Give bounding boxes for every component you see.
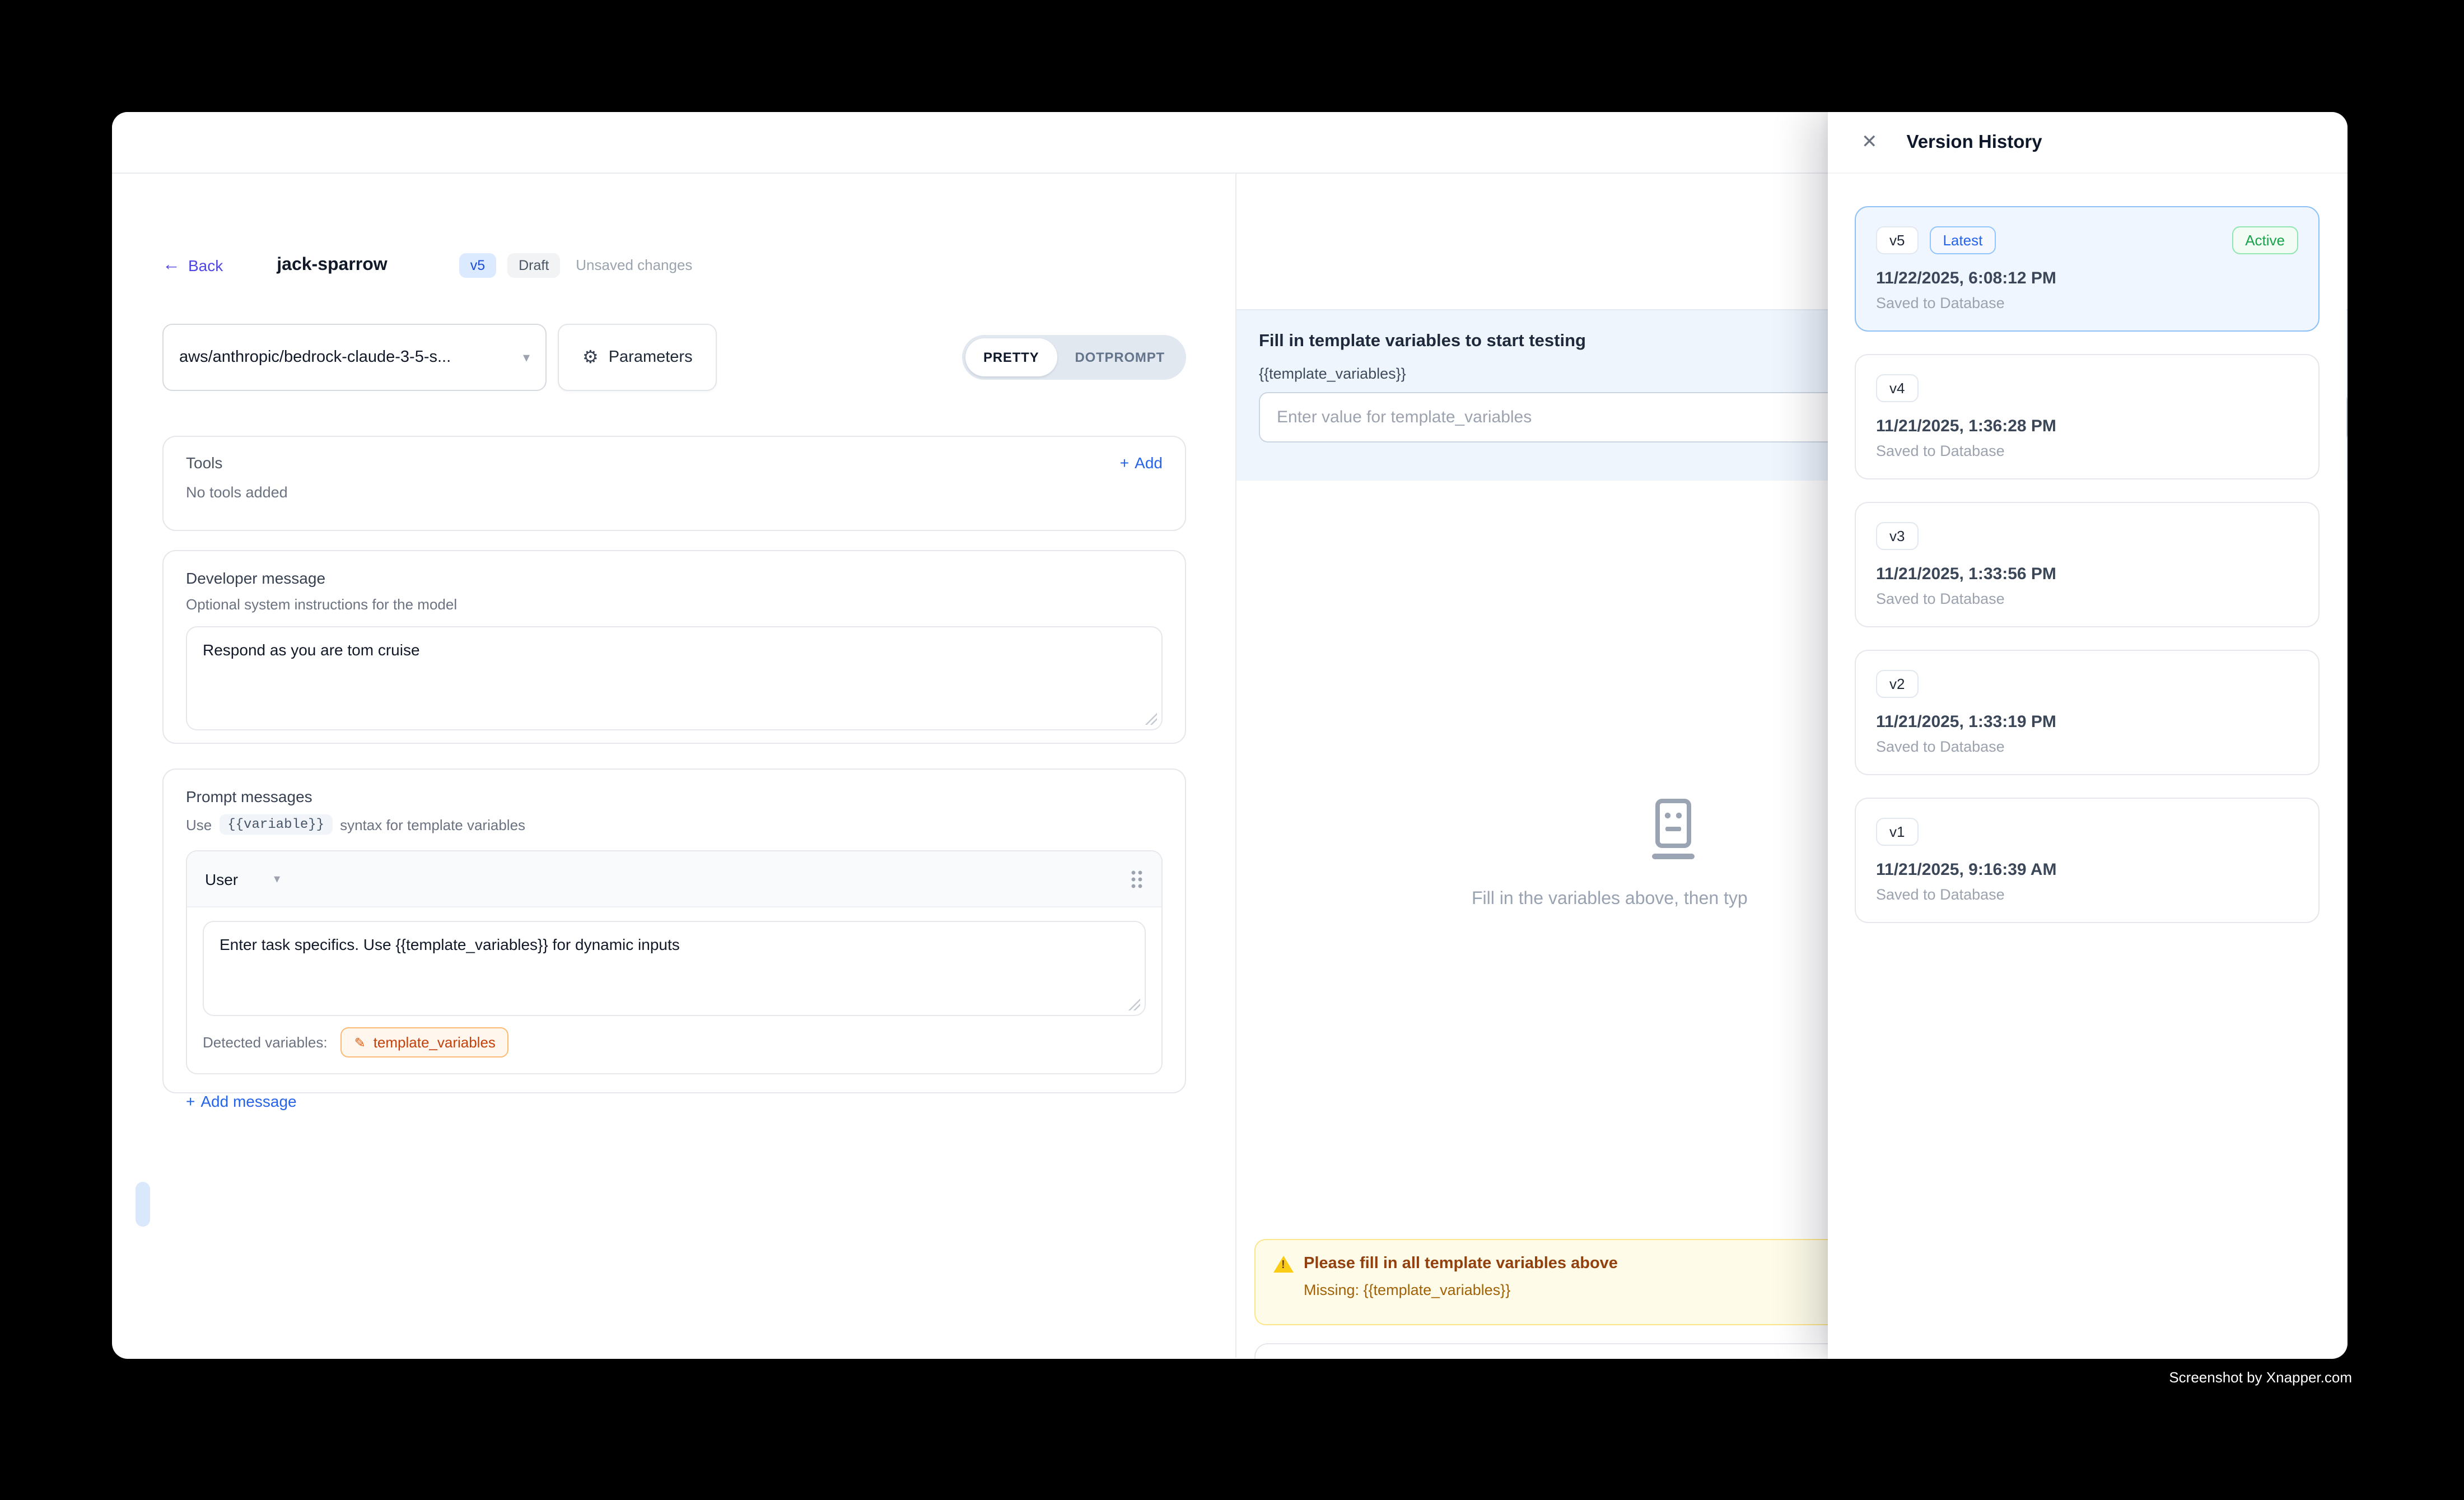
breadcrumb-row: ← Back jack-sparrow v5 Draft Unsaved cha… xyxy=(162,240,1186,290)
version-card-badges: v5 Latest Active xyxy=(1876,226,2298,254)
prompt-messages-section: Prompt messages Use {{variable}} syntax … xyxy=(162,768,1186,1093)
version-timestamp: 11/21/2025, 9:16:39 AM xyxy=(1876,860,2298,879)
prompt-editor-column: ← Back jack-sparrow v5 Draft Unsaved cha… xyxy=(112,174,1236,1358)
back-label: Back xyxy=(188,256,223,274)
back-button[interactable]: ← Back xyxy=(162,256,223,274)
toggle-pretty[interactable]: PRETTY xyxy=(965,338,1057,376)
version-saved-label: Saved to Database xyxy=(1876,590,2298,607)
version-card[interactable]: v1 11/21/2025, 9:16:39 AM Saved to Datab… xyxy=(1855,798,2320,923)
version-badge: v1 xyxy=(1876,818,1918,846)
drag-handle-icon[interactable] xyxy=(1130,869,1144,888)
version-list: v5 Latest Active 11/22/2025, 6:08:12 PM … xyxy=(1828,174,2346,923)
version-card[interactable]: v3 11/21/2025, 1:33:56 PM Saved to Datab… xyxy=(1855,502,2320,627)
latest-badge: Latest xyxy=(1929,226,1996,254)
template-variable-chip[interactable]: ✎ template_variables xyxy=(341,1027,509,1058)
detected-variables-row: Detected variables: ✎ template_variables xyxy=(203,1027,1146,1062)
chevron-down-icon: ▾ xyxy=(523,350,530,365)
add-message-button[interactable]: + Add message xyxy=(186,1092,1163,1110)
subtitle-prefix: Use xyxy=(186,816,212,833)
unsaved-changes-label: Unsaved changes xyxy=(576,257,692,273)
robot-face-icon xyxy=(1648,799,1699,861)
version-badge: v3 xyxy=(1876,522,1918,550)
version-history-header: ✕ Version History xyxy=(1828,112,2346,174)
developer-message-section: Developer message Optional system instru… xyxy=(162,550,1186,744)
tools-empty-text: No tools added xyxy=(186,484,1163,501)
message-textarea[interactable]: Enter task specifics. Use {{template_var… xyxy=(203,921,1146,1016)
tools-section: Tools + Add No tools added xyxy=(162,436,1186,531)
version-timestamp: 11/21/2025, 1:33:56 PM xyxy=(1876,565,2298,584)
tools-title: Tools xyxy=(186,454,222,472)
model-toolbar: aws/anthropic/bedrock-claude-3-5-s... ▾ … xyxy=(162,324,1186,391)
version-card[interactable]: v5 Latest Active 11/22/2025, 6:08:12 PM … xyxy=(1855,206,2320,332)
version-history-title: Version History xyxy=(1907,132,2042,153)
detected-variables-label: Detected variables: xyxy=(203,1034,328,1051)
chevron-down-icon[interactable]: ▾ xyxy=(274,872,280,886)
version-saved-label: Saved to Database xyxy=(1876,886,2298,903)
template-variable-name: template_variables xyxy=(374,1034,496,1051)
gear-icon: ⚙ xyxy=(582,346,599,369)
page-title: jack-sparrow xyxy=(277,255,387,275)
version-card-badges: v2 xyxy=(1876,670,2298,698)
developer-message-textarea[interactable]: Respond as you are tom cruise xyxy=(186,626,1163,730)
plus-icon: + xyxy=(1120,454,1129,472)
version-badge: v4 xyxy=(1876,374,1918,402)
message-block: User ▾ Enter task specifics. Use {{templ… xyxy=(186,850,1163,1074)
version-saved-label: Saved to Database xyxy=(1876,442,2298,459)
watermark-text: Screenshot by Xnapper.com xyxy=(0,1369,2352,1386)
resize-grip-icon[interactable] xyxy=(1145,712,1157,725)
version-card-badges: v3 xyxy=(1876,522,2298,550)
model-select-value: aws/anthropic/bedrock-claude-3-5-s... xyxy=(179,348,514,366)
plus-icon: + xyxy=(186,1092,195,1110)
version-timestamp: 11/21/2025, 1:33:19 PM xyxy=(1876,712,2298,732)
add-message-label: Add message xyxy=(200,1092,296,1110)
version-saved-label: Saved to Database xyxy=(1876,738,2298,755)
version-card-badges: v1 xyxy=(1876,818,2298,846)
back-arrow-icon: ← xyxy=(162,256,180,274)
version-badge: v2 xyxy=(1876,670,1918,698)
developer-message-title: Developer message xyxy=(186,569,1163,587)
developer-message-subtitle: Optional system instructions for the mod… xyxy=(186,596,1163,613)
model-select[interactable]: aws/anthropic/bedrock-claude-3-5-s... ▾ xyxy=(162,324,547,391)
version-timestamp: 11/22/2025, 6:08:12 PM xyxy=(1876,269,2298,288)
resize-grip-icon[interactable] xyxy=(1128,998,1140,1010)
version-badge: v5 xyxy=(459,253,496,277)
version-card[interactable]: v4 11/21/2025, 1:36:28 PM Saved to Datab… xyxy=(1855,354,2320,479)
role-select[interactable]: User xyxy=(205,870,238,888)
subtitle-suffix: syntax for template variables xyxy=(340,816,525,833)
warning-triangle-icon xyxy=(1273,1255,1294,1272)
prompt-messages-subtitle: Use {{variable}} syntax for template var… xyxy=(186,814,1163,835)
format-toggle: PRETTY DOTPROMPT xyxy=(962,335,1186,380)
version-badge: v5 xyxy=(1876,226,1918,254)
version-history-panel: ✕ Version History v5 Latest Active 11/22… xyxy=(1828,112,2346,1359)
screenshot-stage: ← Back jack-sparrow v5 Draft Unsaved cha… xyxy=(0,0,2464,1500)
prompt-messages-title: Prompt messages xyxy=(186,788,1163,805)
add-tool-button[interactable]: + Add xyxy=(1120,454,1163,472)
version-card[interactable]: v2 11/21/2025, 1:33:19 PM Saved to Datab… xyxy=(1855,650,2320,775)
parameters-button[interactable]: ⚙ Parameters xyxy=(558,324,717,391)
version-timestamp: 11/21/2025, 1:36:28 PM xyxy=(1876,417,2298,436)
draft-badge: Draft xyxy=(507,253,560,277)
message-role-header: User ▾ xyxy=(187,851,1161,907)
warning-title: Please fill in all template variables ab… xyxy=(1304,1255,1618,1273)
toggle-dotprompt[interactable]: DOTPROMPT xyxy=(1057,338,1183,376)
active-badge: Active xyxy=(2232,226,2298,254)
parameters-label: Parameters xyxy=(609,348,693,366)
close-icon[interactable]: ✕ xyxy=(1861,131,1878,153)
version-card-badges: v4 xyxy=(1876,374,2298,402)
empty-state-text: Fill in the variables above, then typ xyxy=(1472,889,1748,910)
variable-syntax-chip: {{variable}} xyxy=(220,814,332,835)
edge-accent-pill xyxy=(136,1182,150,1227)
add-tool-label: Add xyxy=(1135,454,1163,472)
version-saved-label: Saved to Database xyxy=(1876,295,2298,311)
pencil-icon: ✎ xyxy=(354,1035,366,1050)
